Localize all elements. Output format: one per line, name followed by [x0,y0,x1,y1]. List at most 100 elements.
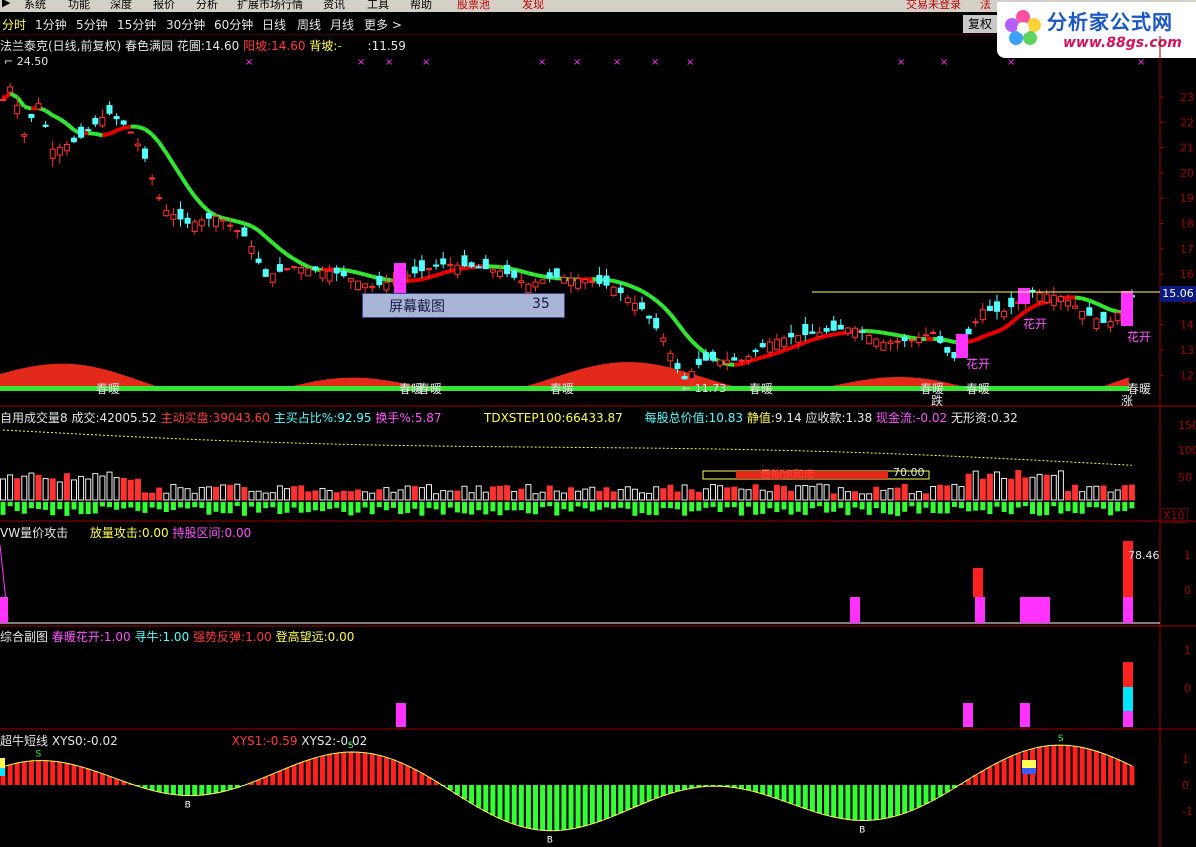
volume-bar [1086,486,1093,501]
moving-average-segment [264,235,275,245]
volume-bar [660,488,667,501]
candle-up [894,340,901,343]
candle-up [7,86,14,93]
candle-down [28,113,35,119]
candle-down [994,301,1000,312]
x10-tag[interactable]: X10 [1160,508,1188,523]
screenshot-overlay[interactable]: 屏幕截图 35 [362,293,565,318]
bull-bar-negative [213,785,219,794]
sell-marker: S [36,750,42,760]
candle-down [617,287,624,294]
volume-negative-bar [795,502,801,512]
moving-average-segment [278,247,289,257]
cash-label: 现金流: [876,411,917,425]
volume-negative-bar [426,502,432,508]
volume-negative-bar [234,502,240,507]
candle-up [269,273,276,283]
volume-negative-bar [490,502,496,512]
candle-up [191,221,198,232]
candle-down [475,266,482,269]
bull-bar-positive [92,771,98,785]
bull-bar-positive [277,770,283,785]
volume-negative-bar [355,502,361,513]
volume-negative-bar [156,502,162,510]
candle-up [738,359,745,362]
volume-negative-bar [327,502,333,509]
moving-average-segment [421,275,430,282]
volume-negative-bar [1037,502,1043,516]
price-tick-label: 13 [1180,344,1194,357]
volume-negative-bar [753,502,759,515]
bull-marker-cyan [0,768,5,776]
volume-negative-bar [142,502,148,513]
volume-negative-bar [1030,502,1035,515]
moving-average-segment [804,337,814,345]
volume-negative-bar [916,502,922,514]
candle-up [745,355,752,361]
volume-bar [979,478,986,501]
top-cross-marker: × [385,57,393,68]
volume-bar [951,483,958,501]
candle-up [575,278,582,289]
bull-bar-negative [767,785,773,797]
candle-up [497,270,503,277]
volume-bar [923,493,929,501]
volume-negative-bar [604,502,609,508]
volume-negative-bar [632,502,638,516]
moving-average-segment [364,272,373,279]
volume-panel-title: 自用成交量8 成交:42005.52 主动买盘:39043.60 主买占比%:9… [0,409,442,426]
volume-negative-bar [987,502,993,515]
volume-negative-bar [362,502,368,508]
price-tick-label: 20 [1180,167,1194,180]
moving-average-segment [178,174,190,188]
moving-average-segment [661,305,672,316]
moving-average-segment [108,128,118,136]
volume-negative-bar [121,502,127,509]
candle-up [1093,318,1100,330]
volume-negative-bar [596,502,602,510]
huapu-label: 花圃: [176,39,205,53]
volume-negative-bar [284,502,290,513]
volume-negative-bar [731,502,737,508]
attack-bar [1020,597,1030,623]
volume-negative-bar [277,502,283,515]
candle-up [1036,292,1043,302]
bull-bar-negative [625,785,631,811]
volume-bar [42,478,49,501]
volume-bar [873,486,880,501]
moving-average-segment [776,348,785,355]
volume-negative-bar [78,502,84,515]
candle-down [802,323,809,335]
combo-signal-bar [396,703,406,727]
volume-negative-bar [660,502,666,509]
volume-bar [369,492,376,501]
bull-bar-negative [525,785,531,829]
volume-negative-bar [1015,502,1021,508]
bull-bar-negative [490,785,496,816]
volume-bar [809,485,816,501]
volume-bar [631,488,638,501]
main-ratio-label: 主买占比%: [273,411,338,425]
candle-up [284,268,290,271]
xys2-value: -0.02 [336,734,368,748]
volume-bar [674,491,681,501]
volume-bar [433,493,440,501]
volume-negative-bar [625,502,631,509]
volume-bar [830,493,837,501]
price-tick-label: 22 [1180,116,1194,129]
volume-negative-bar [192,502,198,508]
candle-down [418,260,425,272]
candle-up [887,341,894,345]
volume-negative-bar [639,502,645,514]
volume-bar [390,491,397,501]
combo-signal-bar [1020,703,1030,727]
volume-negative-bar [1022,502,1028,507]
moving-average-segment [164,151,176,166]
volume-bar [972,470,979,501]
candle-down [837,324,844,330]
price-tick-label: 14 [1180,319,1194,332]
volume-bar [859,493,866,501]
volume-bar [639,492,645,501]
volume-negative-bar [1072,502,1078,514]
moving-average-segment [94,131,103,138]
